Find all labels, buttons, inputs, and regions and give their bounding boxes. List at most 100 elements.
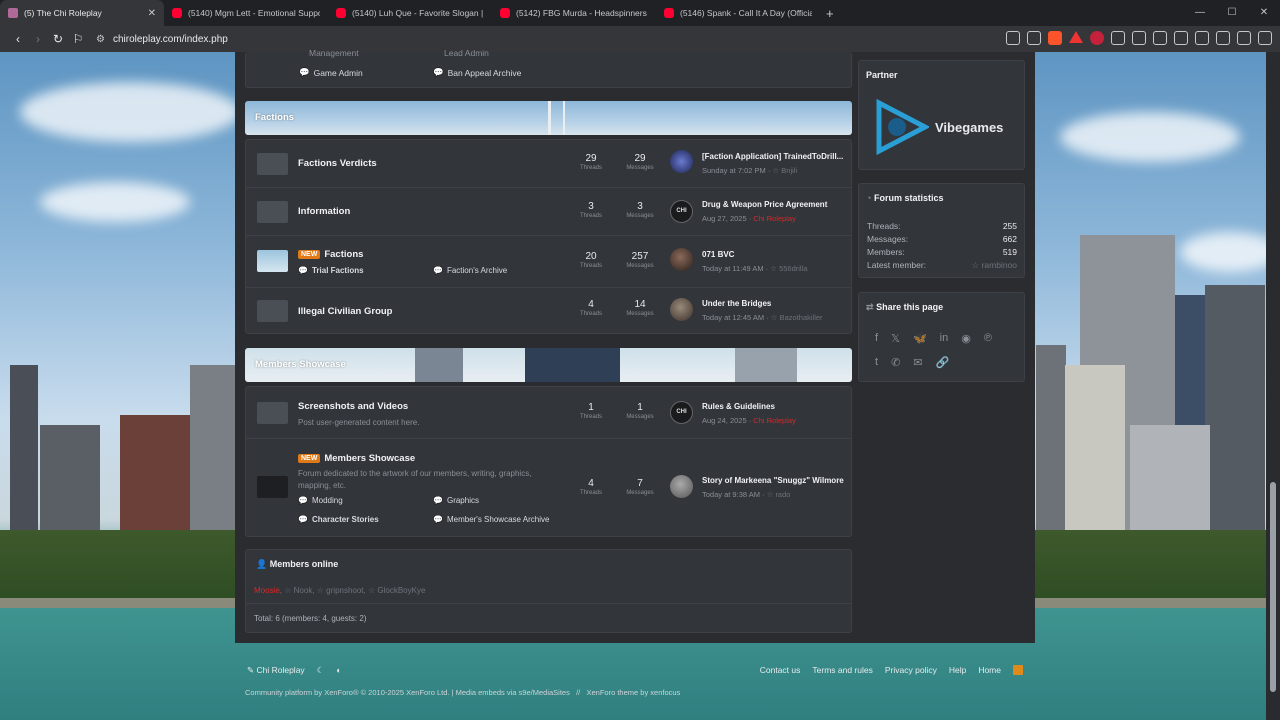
media-icon[interactable] <box>1153 31 1167 45</box>
latest-thread-title[interactable]: Rules & Guidelines <box>702 402 847 411</box>
latest-meta: Sunday at 7:02 PM · ☆ Bnjili <box>702 166 798 175</box>
latest-thread-title[interactable]: Under the Bridges <box>702 299 847 308</box>
browser-tab[interactable]: (5146) Spank - Call It A Day (Official <box>656 0 820 26</box>
bookmark-icon[interactable]: ⚐ <box>68 32 88 46</box>
forum-title[interactable]: Screenshots and Videos <box>298 401 408 412</box>
sidebar-icon[interactable] <box>1174 31 1188 45</box>
browser-tab[interactable]: (5140) Luh Que - Favorite Slogan || T <box>328 0 492 26</box>
avatar[interactable]: CHI <box>670 401 693 424</box>
online-user[interactable]: Moosie <box>254 586 280 595</box>
reload-icon[interactable]: ↻ <box>48 32 68 46</box>
forum-node[interactable]: Screenshots and Videos Post user-generat… <box>246 387 851 439</box>
forum-title[interactable]: Illegal Civilian Group <box>298 306 393 317</box>
style-toggle-icon[interactable]: ☾ <box>317 665 325 676</box>
subforum-ban-appeal-archive[interactable]: 💬 Ban Appeal Archive <box>433 67 521 78</box>
brave-shields-icon[interactable] <box>1048 31 1062 45</box>
forum-title[interactable]: NEW Members Showcase <box>298 453 415 464</box>
theme-credit[interactable]: XenForo theme by xenfocus <box>587 688 681 697</box>
forum-title[interactable]: Information <box>298 206 350 217</box>
subforum-trial-factions[interactable]: 💬 Trial Factions <box>298 266 364 275</box>
vibegames-logo[interactable]: Vibegames <box>873 99 1003 155</box>
forum-node[interactable]: NEW Factions 💬 Trial Factions 💬 Faction's A… <box>246 236 851 288</box>
browser-tab-active[interactable]: (5) The Chi Roleplay ✕ <box>0 0 164 26</box>
brave-rewards-icon[interactable] <box>1069 31 1083 43</box>
forum-node[interactable]: NEW Members Showcase Forum dedicated to t… <box>246 439 851 537</box>
privacy-link[interactable]: Privacy policy <box>885 665 937 675</box>
category-header-factions[interactable]: Factions <box>245 101 852 135</box>
back-icon[interactable]: ‹ <box>8 32 28 46</box>
subforum-modding[interactable]: 💬 Modding <box>298 496 343 505</box>
menu-icon[interactable] <box>1258 31 1272 45</box>
email-icon[interactable]: ✉ <box>913 356 922 369</box>
rss-icon[interactable] <box>1013 665 1023 675</box>
forum-statistics-title: ◔ Forum statistics <box>866 193 944 203</box>
pinterest-icon[interactable]: ℗ <box>984 332 992 345</box>
facebook-icon[interactable]: f <box>875 332 878 345</box>
address-bar[interactable]: ⚙ chiroleplay.com/index.php <box>96 34 228 45</box>
online-user[interactable]: GlockBoyKye <box>377 586 425 595</box>
avatar[interactable] <box>670 150 693 173</box>
close-window-icon[interactable]: ✕ <box>1248 0 1280 26</box>
leo-icon[interactable] <box>1216 31 1230 45</box>
forum-node[interactable]: Information 3 Threads 3 Messages CHI Drug … <box>246 188 851 236</box>
extension-icon[interactable] <box>1132 31 1146 45</box>
reddit-icon[interactable]: ◉ <box>961 332 971 345</box>
new-tab-icon[interactable]: + <box>826 6 834 21</box>
whatsapp-icon[interactable]: ✆ <box>891 356 900 369</box>
subforum-character-stories[interactable]: 💬 Character Stories <box>298 515 379 524</box>
theme-icon[interactable]: ◐ <box>336 665 341 676</box>
forum-title[interactable]: NEW Factions <box>298 249 363 260</box>
footer-brand-link[interactable]: ✎ Chi Roleplay <box>247 665 305 676</box>
ublock-icon[interactable] <box>1090 31 1104 45</box>
home-link[interactable]: Home <box>978 665 1001 675</box>
help-link[interactable]: Help <box>949 665 966 675</box>
vpn-icon[interactable] <box>1237 31 1251 45</box>
contact-us-link[interactable]: Contact us <box>760 665 801 675</box>
forum-title[interactable]: Factions Verdicts <box>298 158 377 169</box>
x-icon[interactable]: 𝕏 <box>891 332 900 345</box>
threads-stat: 1 Threads <box>579 402 602 420</box>
minimize-icon[interactable]: — <box>1184 0 1216 26</box>
subforum-showcase-archive[interactable]: 💬 Member's Showcase Archive <box>433 515 549 524</box>
category-header-members-showcase[interactable]: Members Showcase <box>245 348 852 382</box>
scrollbar[interactable] <box>1266 52 1280 720</box>
share-icon[interactable] <box>1027 31 1041 45</box>
footer-left: ✎ Chi Roleplay ☾ ◐ <box>247 665 341 676</box>
site-info-icon[interactable]: ⚙ <box>96 34 105 45</box>
latest-thread-title[interactable]: Drug & Weapon Price Agreement <box>702 200 847 209</box>
close-tab-icon[interactable]: ✕ <box>148 8 156 19</box>
subforum-game-admin[interactable]: 💬 Game Admin <box>299 67 363 78</box>
linkedin-icon[interactable]: in <box>940 332 949 345</box>
online-user[interactable]: Nook <box>294 586 313 595</box>
terms-link[interactable]: Terms and rules <box>812 665 872 675</box>
maximize-icon[interactable]: ☐ <box>1216 0 1248 26</box>
latest-member-link[interactable]: ☆ rambinoo <box>972 260 1017 271</box>
latest-thread-title[interactable]: 071 BVC <box>702 250 847 259</box>
tumblr-icon[interactable]: t <box>875 356 878 369</box>
subforum-link[interactable]: Management <box>309 48 359 58</box>
forward-icon[interactable]: › <box>28 32 48 46</box>
online-user[interactable]: gripnshoot <box>326 586 363 595</box>
messages-stat: 1 Messages <box>626 402 654 420</box>
latest-thread-title[interactable]: [Faction Application] TrainedToDrill... <box>702 152 847 161</box>
link-icon[interactable]: 🔗 <box>936 356 950 369</box>
subforum-graphics[interactable]: 💬 Graphics <box>433 496 479 505</box>
subforum-factions-archive[interactable]: 💬 Faction's Archive <box>433 266 507 275</box>
avatar[interactable] <box>670 248 693 271</box>
forum-icon <box>257 402 288 424</box>
forum-node[interactable]: Factions Verdicts 29 Threads 29 Messages [… <box>246 140 851 188</box>
forum-node[interactable]: Illegal Civilian Group 4 Threads 14 Messag… <box>246 288 851 334</box>
bluesky-icon[interactable]: 🦋 <box>913 332 927 345</box>
avatar[interactable] <box>670 475 693 498</box>
subforum-link[interactable]: Lead Admin <box>444 48 489 58</box>
wallet-icon[interactable] <box>1195 31 1209 45</box>
avatar[interactable]: CHI <box>670 200 693 223</box>
avatar[interactable] <box>670 298 693 321</box>
scrollbar-thumb[interactable] <box>1270 482 1276 692</box>
browser-tab[interactable]: (5142) FBG Murda - Headspinners (C <box>492 0 656 26</box>
browser-tab[interactable]: (5140) Mgm Lett - Emotional Suppo <box>164 0 328 26</box>
extensions-icon[interactable] <box>1111 31 1125 45</box>
latest-thread-title[interactable]: Story of Markeena "Snuggz" Wilmore <box>702 476 847 485</box>
messages-stat: 3 Messages <box>626 201 654 219</box>
cast-icon[interactable] <box>1006 31 1020 45</box>
